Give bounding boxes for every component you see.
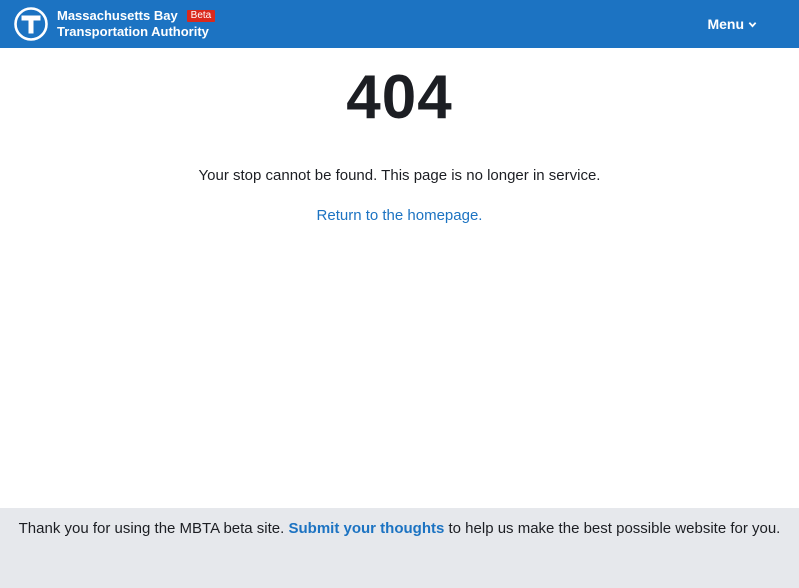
error-code-heading: 404 <box>346 63 453 132</box>
beta-feedback-footer: Thank you for using the MBTA beta site. … <box>0 508 799 588</box>
home-logo-link[interactable]: Massachusetts Bay Beta Transportation Au… <box>14 7 216 41</box>
beta-badge: Beta <box>186 10 216 22</box>
return-homepage-link[interactable]: Return to the homepage. <box>317 206 483 226</box>
menu-button[interactable]: Menu <box>707 16 757 32</box>
agency-name: Massachusetts Bay Beta Transportation Au… <box>57 8 216 40</box>
footer-message: Thank you for using the MBTA beta site. … <box>10 517 790 541</box>
error-message: Your stop cannot be found. This page is … <box>198 167 601 184</box>
footer-text-before: Thank you for using the MBTA beta site. <box>18 520 285 537</box>
agency-name-line2: Transportation Authority <box>57 24 209 39</box>
agency-name-line1: Massachusetts Bay <box>57 8 178 23</box>
chevron-down-icon <box>748 21 757 27</box>
submit-thoughts-link[interactable]: Submit your thoughts <box>289 520 445 537</box>
site-header: Massachusetts Bay Beta Transportation Au… <box>0 0 799 48</box>
error-content: 404 Your stop cannot be found. This page… <box>0 48 799 226</box>
footer-text-after: to help us make the best possible websit… <box>448 520 781 537</box>
mbta-t-logo-icon <box>14 7 48 41</box>
menu-label: Menu <box>707 16 744 32</box>
